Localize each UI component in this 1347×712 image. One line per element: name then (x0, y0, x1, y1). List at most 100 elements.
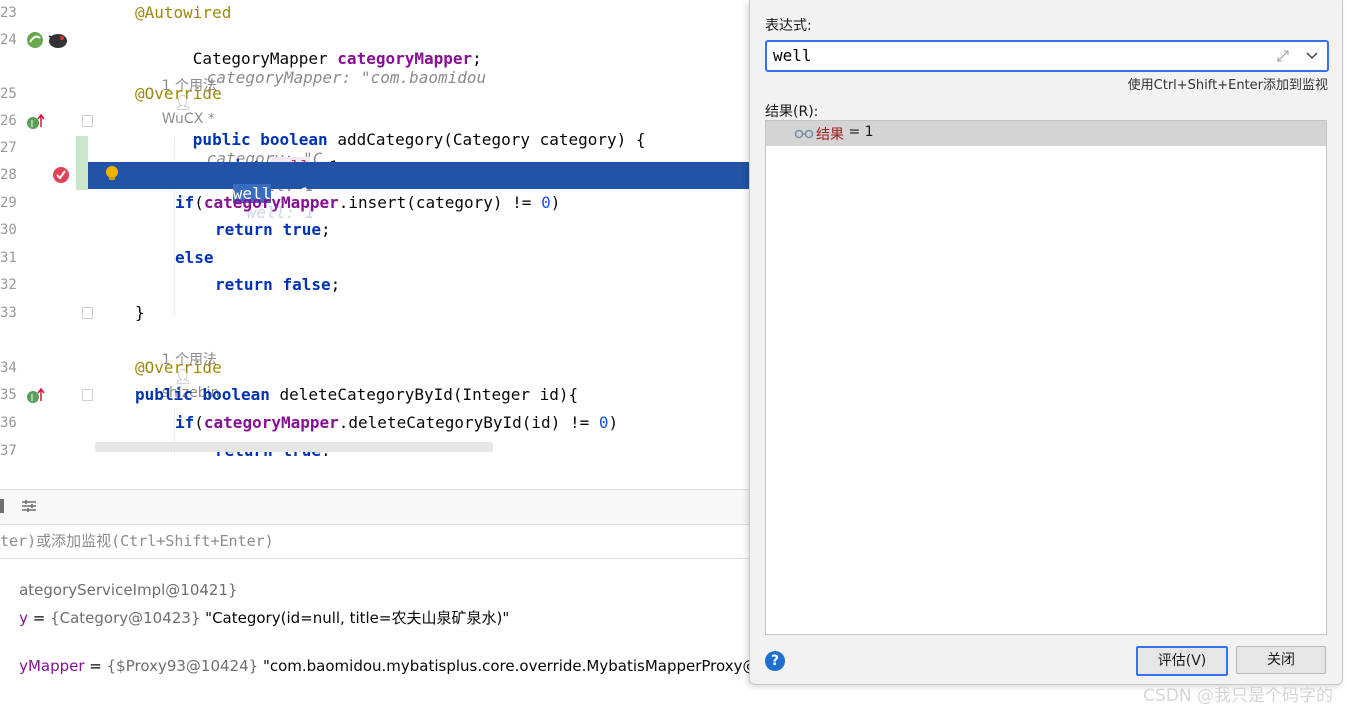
keyword: return (215, 220, 273, 239)
variable-ref: {$Proxy93@10424} (106, 657, 259, 675)
chevron-down-icon[interactable] (1305, 50, 1319, 62)
spring-bean-icon[interactable] (25, 30, 45, 50)
evaluate-button[interactable]: 评估(V) (1136, 646, 1228, 676)
code-line[interactable]: 25 @Override (0, 81, 749, 108)
keyword: if (175, 413, 195, 432)
keyword: return (215, 275, 273, 294)
code-line[interactable]: 33 } (0, 300, 749, 327)
keyword: else (175, 248, 214, 267)
brace: } (135, 303, 145, 322)
line-number: 35 (0, 387, 17, 403)
line-number: 27 (0, 140, 17, 156)
line-number: 31 (0, 250, 17, 266)
code-line[interactable]: 35 I public boolean deleteCategoryById(I… (0, 382, 749, 409)
expand-icon[interactable] (1275, 48, 1291, 64)
lightbulb-icon[interactable] (104, 164, 120, 184)
line-number: 29 (0, 195, 17, 211)
fold-icon[interactable] (82, 115, 93, 127)
close-button[interactable]: 关闭 (1236, 646, 1326, 674)
variable-name: y (19, 609, 28, 627)
field-name: categoryMapper (203, 193, 339, 212)
code-line[interactable]: 34 @Override (0, 355, 749, 382)
semicolon: ; (320, 220, 331, 239)
code-line[interactable]: 36 if(categoryMapper.deleteCategoryById(… (0, 410, 749, 437)
keyword: true (282, 220, 321, 239)
evaluate-expression-input[interactable]: ter)或添加监视(Ctrl+Shift+Enter) (0, 524, 749, 559)
paren: ) (608, 413, 619, 432)
code-line[interactable]: 29 if(categoryMapper.insert(category) !=… (0, 190, 749, 217)
code-line[interactable]: 32 return false; (0, 272, 749, 299)
code-vision-line[interactable]: 1 个用法 👤︎ shizebin (0, 328, 749, 401)
code-line[interactable]: 26 I public boolean addCategory(Category… (0, 108, 749, 168)
override-method-icon[interactable]: I (25, 387, 45, 405)
expression-input[interactable]: well (765, 40, 1329, 72)
svg-text:I: I (31, 119, 34, 130)
frames-icon[interactable] (0, 499, 4, 513)
line-number: 30 (0, 222, 17, 238)
code-line[interactable]: 30 return true; (0, 217, 749, 244)
line-number: 28 (0, 167, 17, 183)
code-line[interactable]: 27 int well =1; well: 1 (0, 135, 749, 195)
variable-category[interactable]: y = {Category@10423} "Category(id=null, … (0, 589, 509, 646)
annotation: @Override (135, 358, 222, 377)
method-call: .deleteCategoryById(id) != (338, 413, 599, 432)
paren: ( (194, 413, 204, 432)
line-number: 32 (0, 277, 17, 293)
line-number: 36 (0, 415, 17, 431)
debug-variables-panel[interactable]: ter)或添加监视(Ctrl+Shift+Enter) ategoryServi… (0, 456, 796, 712)
annotation: @Autowired (135, 3, 232, 22)
variable-value: "Category(id=null, title=农夫山泉矿泉水)" (200, 609, 510, 627)
line-number: 24 (0, 32, 17, 48)
result-tree[interactable]: 结果 = 1 (765, 120, 1327, 635)
watch-glasses-icon (794, 129, 814, 139)
paren: ( (194, 193, 204, 212)
gutter-line[interactable]: 28 (0, 162, 88, 189)
code-line[interactable]: 23 @Autowired (0, 0, 749, 27)
line-number: 37 (0, 443, 17, 456)
breakpoint-icon[interactable] (52, 166, 70, 184)
fold-icon[interactable] (82, 389, 93, 401)
expression-value[interactable]: well (773, 46, 812, 65)
code-line[interactable]: 24 CategoryMapper categoryMapper; catego… (0, 27, 749, 87)
line-number: 34 (0, 360, 17, 376)
line-number: 23 (0, 5, 17, 21)
variable-ref: {Category@10423} (50, 609, 201, 627)
expression-label: 表达式: (765, 18, 812, 34)
result-row[interactable]: 结果 = 1 (766, 121, 1326, 146)
layout-settings-icon[interactable] (20, 498, 38, 514)
method-signature: deleteCategoryById(Integer id){ (279, 385, 579, 404)
semicolon: ; (330, 275, 341, 294)
horizontal-scrollbar[interactable] (95, 442, 493, 452)
svg-text:I: I (31, 393, 34, 404)
method-call: .insert(category) != (338, 193, 542, 212)
paren: ) (550, 193, 561, 212)
number-literal: 0 (541, 193, 551, 212)
mybatis-bird-icon[interactable] (47, 30, 69, 50)
result-name: 结果 (816, 127, 844, 143)
override-method-icon[interactable]: I (25, 113, 45, 131)
debug-toolbar[interactable] (0, 489, 749, 525)
result-value: = 1 (844, 124, 874, 140)
line-number: 25 (0, 86, 17, 102)
keyword: if (175, 193, 195, 212)
variable-value: "com.baomidou.mybatisplus.core.override.… (258, 657, 796, 675)
number-literal: 0 (598, 413, 609, 432)
line-number: 33 (0, 305, 17, 321)
variable-name: yMapper (19, 657, 85, 675)
code-editor[interactable]: 23 @Autowired 24 CategoryMapper category… (0, 0, 749, 456)
keyword: boolean (202, 385, 270, 404)
equals: = (84, 657, 107, 675)
equals: = (27, 609, 51, 627)
add-watch-hint: 使用Ctrl+Shift+Enter添加到监视 (1127, 78, 1328, 93)
fold-icon[interactable] (82, 307, 93, 319)
keyword: public (135, 385, 193, 404)
code-line[interactable]: 31 else (0, 245, 749, 272)
variable-category-mapper[interactable]: yMapper = {$Proxy93@10424} "com.baomidou… (0, 639, 796, 693)
code-vision-line[interactable]: 1 个用法 👤︎ WuCX * (0, 54, 749, 127)
annotation: @Override (135, 84, 222, 103)
evaluate-dialog[interactable]: 表达式: well 使用Ctrl+Shift+Enter添加到监视 结果(R):… (749, 0, 1343, 685)
current-execution-line[interactable]: well +=1; well: 1 (88, 162, 749, 222)
field-name: categoryMapper (203, 413, 339, 432)
help-button[interactable]: ? (765, 651, 785, 671)
keyword: false (282, 275, 331, 294)
